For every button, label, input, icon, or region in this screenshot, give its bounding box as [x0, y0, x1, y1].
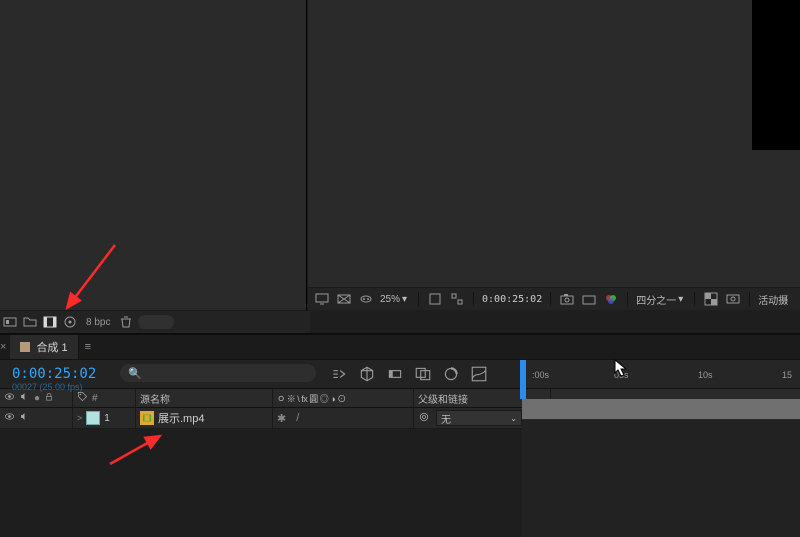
camera-value: 活动摄 — [758, 292, 788, 307]
resolution-full-icon[interactable] — [427, 291, 443, 307]
motion-blur-icon[interactable] — [442, 365, 460, 383]
project-search-pill[interactable] — [138, 315, 174, 329]
composition-toolbar: 25%▾ 0:00:25:02 四分之一▾ 活动摄 — [308, 287, 800, 310]
project-panel — [0, 0, 307, 310]
search-icon: 🔍 — [128, 367, 142, 380]
video-file-icon — [140, 411, 154, 425]
visibility-toggle[interactable] — [4, 411, 15, 425]
monitor-icon[interactable] — [314, 291, 330, 307]
timeline-frameinfo: 00027 (25.00 fps) — [12, 382, 83, 392]
frame-blend-icon[interactable] — [414, 365, 432, 383]
pickwhip-icon[interactable] — [418, 411, 430, 426]
lock-icon — [44, 392, 54, 405]
ruler-tick: 15 — [782, 370, 792, 380]
tab-close-icon[interactable]: × — [0, 341, 6, 353]
transparency-grid-icon[interactable] — [703, 291, 719, 307]
chevron-down-icon: ▾ — [402, 294, 410, 305]
source-name-column-header[interactable]: 源名称 — [136, 389, 273, 407]
ruler-tick: 10s — [698, 370, 713, 380]
timeline-timecode[interactable]: 0:00:25:02 — [12, 366, 96, 382]
trash-icon[interactable] — [118, 314, 134, 330]
bpc-button[interactable]: 8 bpc — [82, 317, 114, 328]
timeline-track-area[interactable] — [522, 399, 800, 537]
work-area-handle[interactable] — [520, 377, 526, 399]
timeline-tabs: × 合成 1 ≡ — [0, 335, 800, 360]
snapshot-icon[interactable] — [559, 291, 575, 307]
ruler-tick: :00s — [532, 370, 549, 380]
composition-viewer[interactable] — [308, 0, 800, 288]
new-folder-icon[interactable] — [22, 314, 38, 330]
show-snapshot-icon[interactable] — [581, 291, 597, 307]
project-body[interactable] — [0, 0, 306, 310]
time-ruler[interactable]: :00s 05s 10s 15 — [520, 360, 800, 388]
switch-collapse[interactable]: / — [296, 412, 299, 424]
toggle-alpha-icon[interactable] — [336, 291, 352, 307]
comp-mini-flowchart-icon[interactable] — [330, 365, 348, 383]
draft-3d-icon[interactable] — [358, 365, 376, 383]
3d-view-icon[interactable] — [725, 291, 741, 307]
tab-menu-icon[interactable]: ≡ — [79, 341, 97, 353]
tab-label: 合成 1 — [36, 339, 67, 355]
mask-icon[interactable] — [358, 291, 374, 307]
timeline-header: 0:00:25:02 00027 (25.00 fps) 🔍 :00s 05s … — [0, 360, 800, 389]
audio-toggle[interactable] — [19, 411, 30, 425]
layer-name: 展示.mp4 — [158, 410, 204, 426]
timeline-panel: × 合成 1 ≡ 0:00:25:02 00027 (25.00 fps) 🔍 … — [0, 335, 800, 537]
shy-icon[interactable] — [386, 365, 404, 383]
hash-label: # — [92, 393, 98, 404]
chevron-down-icon: ▾ — [678, 294, 686, 305]
interpret-footage-icon[interactable] — [2, 314, 18, 330]
ruler-tick: 05s — [614, 370, 629, 380]
switches-column-header[interactable]: ㅇ ※ \ fx 圓 ◎ ◑ ⊙ — [273, 389, 414, 407]
speaker-icon — [19, 391, 30, 405]
zoom-value: 25% — [380, 294, 400, 305]
timeline-search[interactable]: 🔍 — [120, 364, 316, 382]
resolution-dropdown[interactable]: 四分之一▾ — [636, 292, 686, 307]
comp-timecode[interactable]: 0:00:25:02 — [482, 294, 542, 305]
project-toolbar: 8 bpc — [0, 310, 310, 333]
solo-icon: ● — [34, 393, 40, 404]
chevron-down-icon: ⌄ — [510, 414, 517, 423]
color-mgmt-icon[interactable] — [603, 291, 619, 307]
layer-label-color[interactable] — [86, 411, 100, 425]
layer-index: 1 — [104, 413, 110, 424]
layer-bar-1[interactable] — [522, 399, 800, 420]
timeline-tab-comp1[interactable]: 合成 1 — [10, 335, 78, 359]
composition-panel: 25%▾ 0:00:25:02 四分之一▾ 活动摄 — [308, 0, 800, 310]
resolution-value: 四分之一 — [636, 292, 676, 307]
comp-color-swatch — [20, 342, 30, 352]
camera-dropdown[interactable]: 活动摄 — [758, 292, 788, 307]
roi-icon[interactable] — [449, 291, 465, 307]
zoom-dropdown[interactable]: 25%▾ — [380, 294, 410, 305]
switch-shy[interactable]: ✱ — [277, 412, 286, 425]
composition-preview — [752, 0, 800, 150]
twirl-icon[interactable]: > — [77, 413, 82, 423]
eye-icon — [4, 391, 15, 405]
project-settings-icon[interactable] — [62, 314, 78, 330]
new-comp-icon[interactable] — [42, 314, 58, 330]
parent-dropdown[interactable]: 无 ⌄ — [436, 410, 522, 426]
tag-icon — [77, 391, 88, 405]
parent-value: 无 — [441, 411, 451, 426]
graph-editor-icon[interactable] — [470, 365, 488, 383]
